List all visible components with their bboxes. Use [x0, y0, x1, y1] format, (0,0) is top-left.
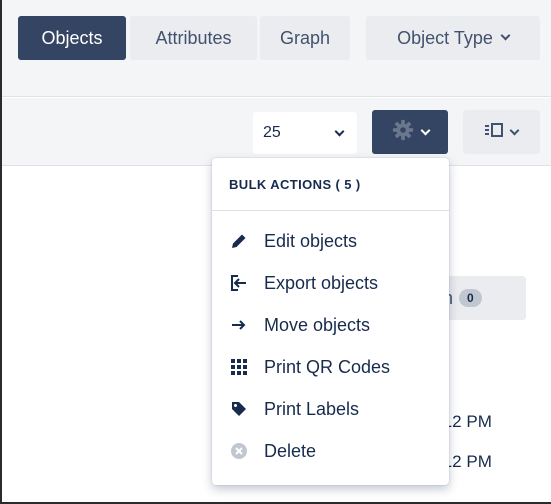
view-options-button[interactable] — [463, 110, 540, 154]
menu-item-print-labels[interactable]: Print Labels — [212, 388, 449, 430]
object-type-label: Object Type — [397, 27, 493, 48]
menu-item-move-objects[interactable]: Move objects — [212, 304, 449, 346]
menu-item-label: Move objects — [264, 314, 371, 335]
chevron-down-icon — [420, 125, 430, 135]
page-size-value: 25 — [263, 124, 281, 141]
search-count-badge: 0 — [459, 289, 482, 307]
menu-item-delete[interactable]: Delete — [212, 430, 449, 472]
tab-objects[interactable]: Objects — [18, 16, 126, 60]
menu-item-export-objects[interactable]: Export objects — [212, 262, 449, 304]
bulk-actions-button[interactable] — [372, 110, 448, 154]
remove-circle-icon — [230, 442, 248, 460]
bulk-actions-menu: BULK ACTIONS ( 5 ) Edit objects Export o… — [212, 158, 449, 485]
menu-item-label: Export objects — [264, 272, 379, 293]
column-list-icon — [485, 122, 503, 143]
menu-item-label: Print Labels — [264, 398, 360, 419]
page-size-select[interactable]: 25 — [253, 112, 357, 154]
tab-attributes-label: Attributes — [155, 27, 232, 48]
menu-divider — [212, 210, 449, 211]
menu-item-print-qr-codes[interactable]: Print QR Codes — [212, 346, 449, 388]
pencil-icon — [230, 232, 248, 250]
tab-graph[interactable]: Graph — [260, 16, 350, 60]
gear-icon — [392, 119, 414, 146]
tab-attributes[interactable]: Attributes — [130, 16, 257, 60]
menu-item-label: Delete — [264, 440, 317, 461]
tab-graph-label: Graph — [279, 27, 331, 48]
tag-icon — [230, 400, 248, 418]
chevron-down-icon — [500, 30, 511, 41]
menu-item-label: Edit objects — [264, 230, 358, 251]
chevron-down-icon — [334, 126, 345, 137]
arrow-right-icon — [230, 316, 248, 334]
menu-item-edit-objects[interactable]: Edit objects — [212, 220, 449, 262]
export-icon — [230, 274, 248, 292]
chevron-down-icon — [509, 125, 520, 135]
grid-dots-icon — [230, 358, 248, 376]
object-type-dropdown[interactable]: Object Type — [366, 16, 540, 60]
bulk-actions-header: BULK ACTIONS ( 5 ) — [229, 177, 361, 192]
tab-objects-label: Objects — [41, 27, 103, 48]
menu-item-label: Print QR Codes — [264, 356, 391, 377]
